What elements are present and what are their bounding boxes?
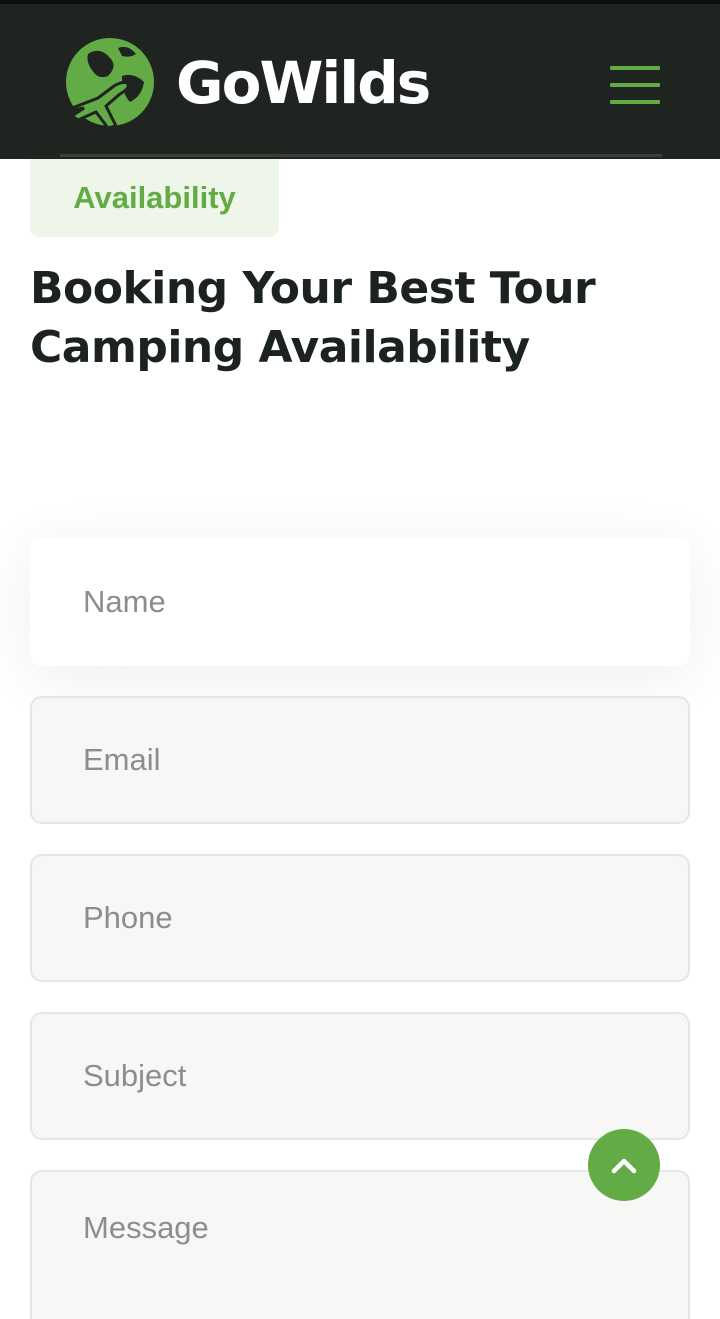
email-field[interactable] <box>30 696 690 824</box>
hamburger-menu-icon <box>610 66 660 70</box>
phone-field[interactable] <box>30 854 690 982</box>
section-title: Booking Your Best Tour Camping Availabil… <box>30 259 690 377</box>
name-field[interactable] <box>30 538 690 666</box>
message-field[interactable] <box>30 1170 690 1319</box>
section-badge: Availability <box>30 159 279 237</box>
hamburger-menu-button[interactable] <box>604 62 666 108</box>
brand-name: GoWilds <box>176 49 431 117</box>
chevron-up-icon <box>611 1158 637 1174</box>
site-header: GoWilds <box>0 0 720 159</box>
section-title-line-1: Booking Your Best Tour <box>30 263 596 314</box>
section-title-line-2: Camping Availability <box>30 322 530 373</box>
header-divider <box>60 154 662 157</box>
brand-logo-link[interactable]: GoWilds <box>58 36 448 132</box>
scroll-to-top-button[interactable] <box>588 1129 660 1201</box>
globe-airplane-icon <box>61 38 154 130</box>
subject-field[interactable] <box>30 1012 690 1140</box>
